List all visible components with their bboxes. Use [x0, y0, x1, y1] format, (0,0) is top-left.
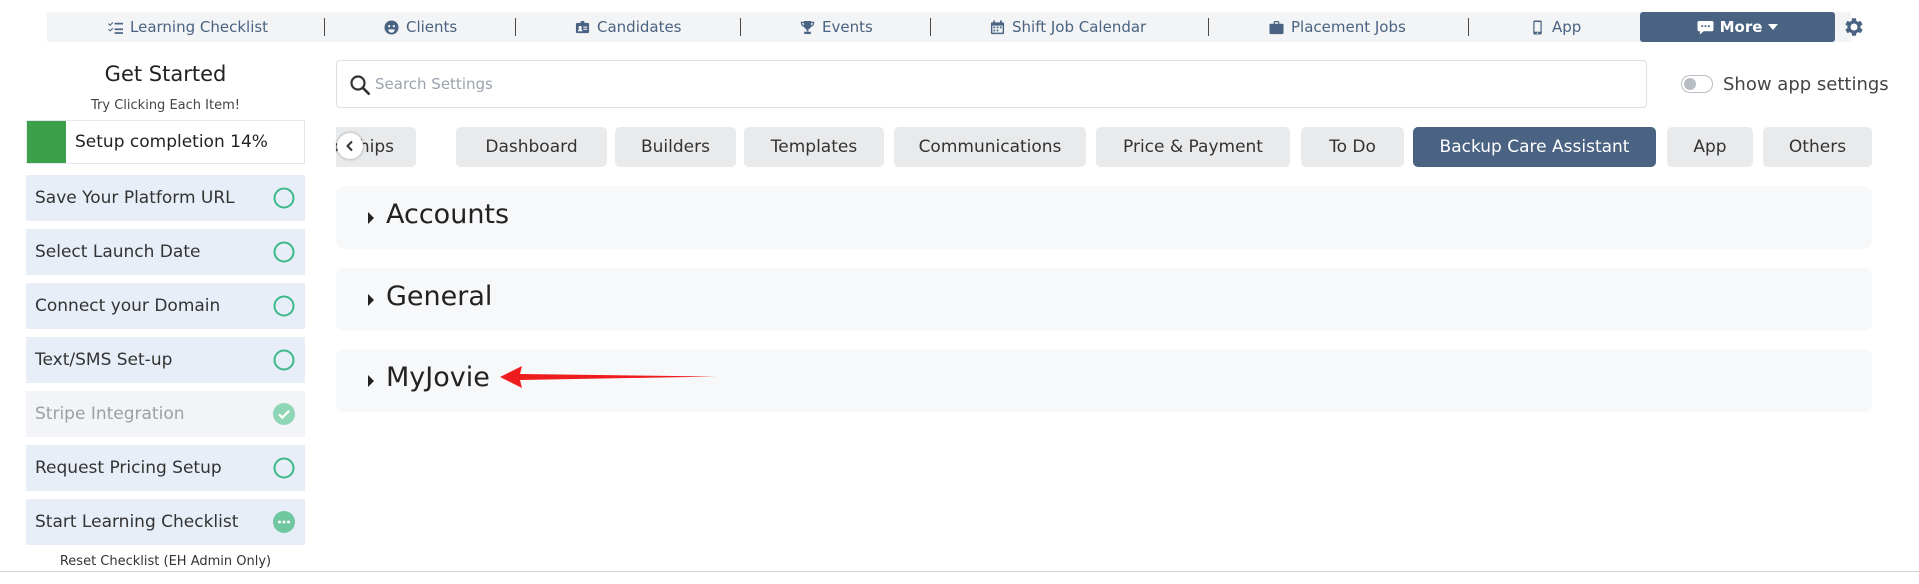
empty-circle-icon	[273, 187, 295, 209]
tab-backup-care-assistant[interactable]: Backup Care Assistant	[1413, 127, 1656, 167]
show-app-settings-toggle[interactable]: Show app settings	[1681, 72, 1889, 96]
nav-candidates[interactable]: Candidates	[575, 12, 682, 42]
nav-placement-jobs-label: Placement Jobs	[1291, 18, 1406, 36]
id-badge-icon	[575, 20, 590, 33]
nav-shift-job-calendar[interactable]: Shift Job Calendar	[990, 12, 1146, 42]
nav-candidates-label: Candidates	[597, 18, 682, 36]
nav-separator	[1208, 18, 1209, 36]
checklist-item-domain[interactable]: Connect your Domain	[26, 283, 305, 329]
tab-label: Dashboard	[485, 137, 578, 157]
search-box	[336, 60, 1647, 108]
checklist-item-launch-date[interactable]: Select Launch Date	[26, 229, 305, 275]
nav-separator	[324, 18, 325, 36]
setup-progress-label: Setup completion 14%	[75, 132, 268, 152]
caret-right-icon	[368, 375, 374, 387]
checklist-item-stripe[interactable]: Stripe Integration	[26, 391, 305, 437]
nav-separator	[930, 18, 931, 36]
nav-separator	[740, 18, 741, 36]
empty-circle-icon	[273, 457, 295, 479]
gear-icon	[1845, 18, 1863, 36]
more-button-label: More	[1719, 18, 1763, 36]
tabs-scroll-left-button[interactable]	[337, 133, 363, 159]
checklist-item-label: Request Pricing Setup	[35, 458, 222, 478]
toggle-switch[interactable]	[1681, 75, 1713, 93]
checklist-item-label: Connect your Domain	[35, 296, 221, 316]
section-title: Accounts	[386, 199, 510, 230]
setup-progress-fill	[27, 121, 66, 163]
checklist-item-platform-url[interactable]: Save Your Platform URL	[26, 175, 305, 221]
tab-builders[interactable]: Builders	[615, 127, 736, 167]
phone-icon	[1533, 19, 1542, 35]
section-title: General	[386, 281, 493, 312]
nav-app[interactable]: App	[1530, 12, 1581, 42]
briefcase-icon	[1269, 20, 1284, 34]
get-started-title: Get Started	[104, 62, 227, 86]
tab-templates[interactable]: Templates	[744, 127, 884, 167]
nav-separator	[515, 18, 516, 36]
trophy-icon	[800, 20, 815, 34]
reset-checklist-link[interactable]: Reset Checklist (EH Admin Only)	[26, 554, 305, 569]
checklist-icon	[108, 21, 123, 34]
nav-learning-checklist-label: Learning Checklist	[130, 18, 269, 36]
tab-label: Backup Care Assistant	[1439, 137, 1630, 157]
empty-circle-icon	[273, 349, 295, 371]
chat-bubble-icon	[1697, 20, 1714, 35]
nav-shift-job-calendar-label: Shift Job Calendar	[1012, 18, 1147, 36]
tab-app[interactable]: App	[1667, 127, 1753, 167]
nav-clients[interactable]: Clients	[384, 12, 457, 42]
checklist-item-label: Stripe Integration	[35, 404, 185, 424]
ellipsis-circle-icon	[273, 511, 295, 533]
nav-separator	[1468, 18, 1469, 36]
empty-circle-icon	[273, 241, 295, 263]
tab-dashboard[interactable]: Dashboard	[456, 127, 607, 167]
tab-price-payment[interactable]: Price & Payment	[1096, 127, 1290, 167]
checklist-item-label: Save Your Platform URL	[35, 188, 235, 208]
nav-app-label: App	[1552, 18, 1582, 36]
tab-others[interactable]: Others	[1763, 127, 1872, 167]
caret-right-icon	[368, 294, 374, 306]
toggle-knob	[1684, 78, 1696, 90]
tab-communications[interactable]: Communications	[894, 127, 1086, 167]
settings-gear-button[interactable]	[1842, 15, 1866, 39]
tab-label: Others	[1788, 137, 1847, 157]
tab-label: Price & Payment	[1123, 137, 1263, 157]
section-title: MyJovie	[386, 362, 490, 393]
checklist-item-label: Text/SMS Set-up	[35, 350, 173, 370]
nav-events-label: Events	[822, 18, 873, 36]
section-general[interactable]: General	[336, 268, 1872, 331]
search-icon	[350, 75, 370, 95]
caret-right-icon	[368, 212, 374, 224]
caret-down-icon	[1768, 24, 1779, 30]
section-accounts[interactable]: Accounts	[336, 186, 1872, 249]
empty-circle-icon	[273, 295, 295, 317]
tab-to-do[interactable]: To Do	[1301, 127, 1404, 167]
divider	[0, 571, 1919, 572]
tab-label: Templates	[770, 137, 858, 157]
tab-label: To Do	[1329, 137, 1376, 157]
face-icon	[384, 19, 399, 35]
calendar-icon	[990, 19, 1005, 34]
more-button[interactable]: More	[1640, 12, 1835, 42]
nav-placement-jobs[interactable]: Placement Jobs	[1269, 12, 1406, 42]
tab-label: Communications	[918, 137, 1062, 157]
search-settings-input[interactable]	[375, 67, 1635, 101]
checklist-item-learning[interactable]: Start Learning Checklist	[26, 499, 305, 545]
check-circle-icon	[273, 403, 295, 425]
checklist-item-pricing[interactable]: Request Pricing Setup	[26, 445, 305, 491]
nav-events[interactable]: Events	[800, 12, 873, 42]
nav-clients-label: Clients	[406, 18, 458, 36]
tab-label: Builders	[641, 137, 710, 157]
checklist-item-label: Start Learning Checklist	[35, 512, 239, 532]
chevron-left-icon	[346, 140, 353, 152]
tab-label: App	[1693, 137, 1727, 157]
setup-progress-bar: Setup completion 14%	[26, 120, 305, 164]
get-started-subtitle: Try Clicking Each Item!	[91, 98, 240, 113]
nav-learning-checklist[interactable]: Learning Checklist	[108, 12, 268, 42]
checklist-item-label: Select Launch Date	[35, 242, 201, 262]
red-arrow-annotation-icon	[500, 366, 716, 388]
show-app-settings-label: Show app settings	[1723, 73, 1889, 95]
settings-tab-bar: onships Dashboard Builders Templates Com…	[336, 127, 1872, 167]
checklist-item-sms-setup[interactable]: Text/SMS Set-up	[26, 337, 305, 383]
